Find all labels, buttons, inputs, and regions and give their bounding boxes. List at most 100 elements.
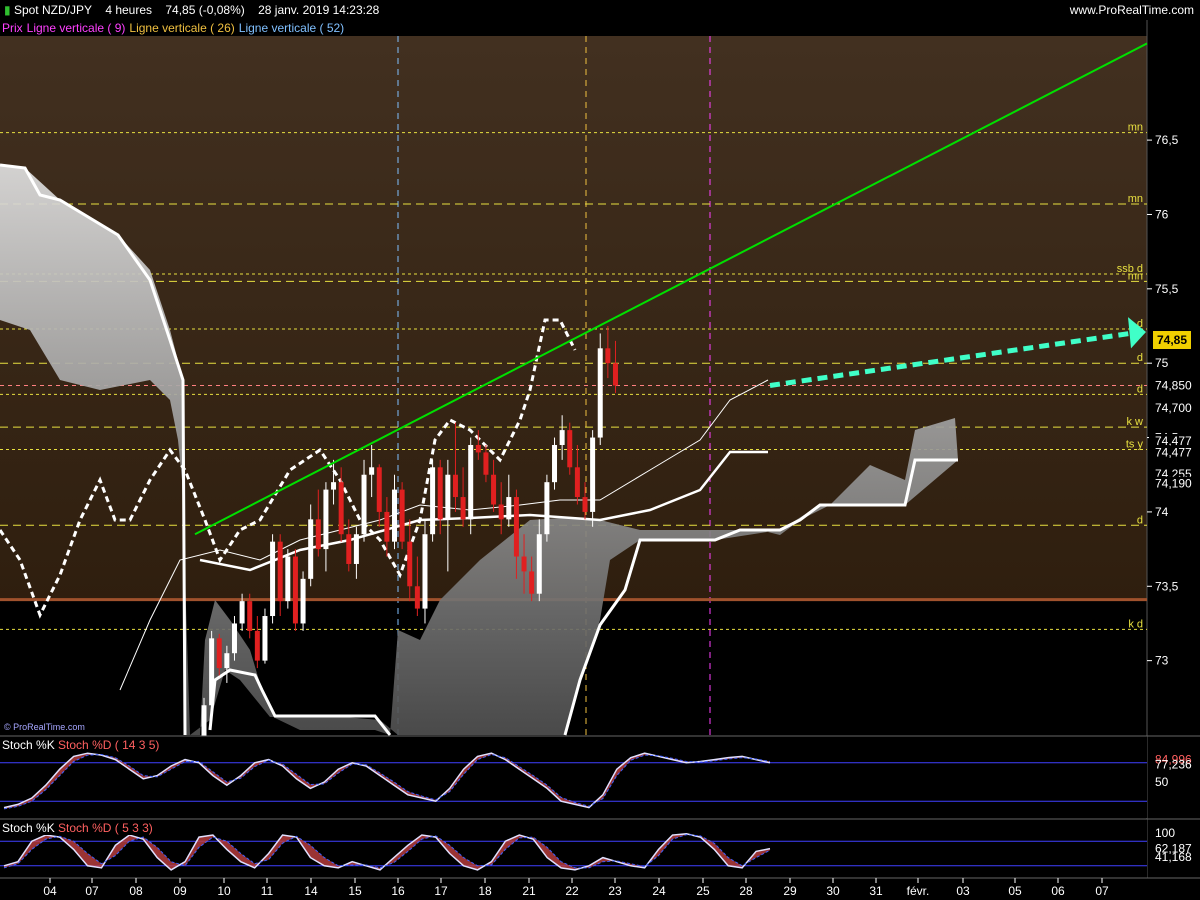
candle-body-25 bbox=[392, 489, 397, 542]
candle-body-31 bbox=[437, 467, 443, 520]
candle-body-20 bbox=[353, 534, 359, 564]
candle-body-11 bbox=[285, 556, 291, 602]
x-tick-label-13: 23 bbox=[608, 884, 622, 898]
candle-body-8 bbox=[262, 616, 268, 661]
level-label-10: k d bbox=[1128, 618, 1143, 630]
stoch1-d-label: Stoch %D ( 14 3 5) bbox=[58, 738, 160, 752]
level-label-5: d bbox=[1137, 352, 1143, 364]
y-tick-label-3: 75 bbox=[1155, 356, 1169, 370]
instrument-name: Spot NZD/JPY bbox=[13, 3, 92, 17]
candle-body-46 bbox=[552, 444, 558, 483]
x-tick-label-18: 30 bbox=[826, 884, 840, 898]
candle-body-51 bbox=[590, 437, 596, 512]
candle-body-28 bbox=[414, 586, 420, 609]
x-tick-label-24: 07 bbox=[1095, 884, 1109, 898]
current-price-badge: 74,85 bbox=[1153, 331, 1191, 349]
x-tick-label-21: 03 bbox=[956, 884, 970, 898]
stoch1-legend: Stoch %K Stoch %D ( 14 3 5) bbox=[2, 738, 164, 752]
date-axis: 04 07 08 09 10 11 14 15 16 17 18 21 22 23 24 25 28 29 30 31… bbox=[0, 877, 1200, 900]
stoch-axis-label-0: 100 bbox=[1155, 826, 1175, 840]
candle-body-21 bbox=[361, 474, 367, 535]
level-label-8: ts y bbox=[1126, 438, 1144, 450]
level-label-1: mn bbox=[1128, 193, 1143, 205]
legend-item-price[interactable]: Prix bbox=[0, 21, 25, 35]
candle-body-26 bbox=[399, 489, 405, 542]
candle-body-4 bbox=[231, 623, 237, 654]
candle-body-9 bbox=[270, 541, 276, 617]
y-tick-label-7: 73 bbox=[1155, 654, 1169, 668]
x-tick-label-15: 25 bbox=[696, 884, 710, 898]
title-left: ▮ Spot NZD/JPY 4 heures 74,85 (-0,08%) 2… bbox=[4, 0, 379, 20]
candle-body-23 bbox=[376, 467, 382, 512]
candle-body-27 bbox=[407, 541, 413, 587]
candle-body-44 bbox=[536, 534, 542, 594]
y-tick-label-5: 74 bbox=[1155, 505, 1169, 519]
instrument-icon: ▮ bbox=[4, 3, 11, 17]
x-tick-label-0: 04 bbox=[43, 884, 57, 898]
candle-body-15 bbox=[315, 519, 321, 550]
site-url[interactable]: www.ProRealTime.com bbox=[1070, 0, 1194, 20]
legend-item-vline-26[interactable]: Ligne verticale ( 26) bbox=[127, 21, 236, 35]
candle-body-50 bbox=[582, 497, 588, 512]
legend-item-vline-9[interactable]: Ligne verticale ( 9) bbox=[25, 21, 128, 35]
candle-body-13 bbox=[300, 578, 306, 624]
candle-body-1 bbox=[209, 638, 215, 706]
stoch2-legend: Stoch %K Stoch %D ( 5 3 3) bbox=[2, 821, 157, 835]
y-tick-label-2: 75,5 bbox=[1155, 282, 1179, 296]
candle-body-41 bbox=[513, 497, 519, 557]
x-tick-label-11: 21 bbox=[522, 884, 536, 898]
x-tick-label-8: 16 bbox=[391, 884, 405, 898]
candle-body-3 bbox=[224, 653, 230, 669]
axis-label-3: 74,477 bbox=[1155, 445, 1192, 459]
candle-body-12 bbox=[292, 556, 298, 624]
level-label-9: d bbox=[1137, 514, 1143, 526]
x-tick-label-20: févr. bbox=[907, 884, 930, 898]
candle-body-43 bbox=[529, 571, 535, 594]
candle-body-39 bbox=[498, 504, 504, 520]
candle-body-2 bbox=[216, 638, 222, 669]
candle-body-36 bbox=[475, 444, 481, 453]
stoch-axis-label-2: 50 bbox=[1155, 775, 1169, 789]
candle-body-14 bbox=[308, 519, 314, 579]
candle-body-54 bbox=[612, 363, 618, 386]
legend: Prix Ligne verticale ( 9) Ligne verticale … bbox=[0, 20, 351, 36]
level-label-7: k w bbox=[1127, 416, 1144, 428]
candle-body-40 bbox=[506, 497, 512, 520]
watermark: © ProRealTime.com bbox=[4, 722, 85, 732]
candle-body-35 bbox=[468, 444, 474, 520]
candle-body-37 bbox=[483, 452, 489, 475]
timeframe: 4 heures bbox=[105, 3, 153, 17]
x-tick-label-5: 11 bbox=[261, 884, 274, 898]
x-tick-label-4: 10 bbox=[217, 884, 231, 898]
candle-body-32 bbox=[445, 474, 451, 520]
y-tick-label-0: 76,5 bbox=[1155, 133, 1179, 147]
candle-body-38 bbox=[491, 474, 497, 505]
candle-body-6 bbox=[247, 601, 253, 631]
x-tick-label-10: 18 bbox=[478, 884, 492, 898]
stoch1-k-label: Stoch %K bbox=[2, 738, 55, 752]
y-tick-label-1: 76 bbox=[1155, 207, 1169, 221]
candle-body-48 bbox=[567, 430, 573, 468]
x-tick-label-9: 17 bbox=[434, 884, 448, 898]
stoch2-k-label: Stoch %K bbox=[2, 821, 55, 835]
x-tick-label-19: 31 bbox=[869, 884, 883, 898]
candle-body-18 bbox=[338, 482, 344, 535]
legend-item-vline-52[interactable]: Ligne verticale ( 52) bbox=[237, 21, 346, 35]
candle-body-52 bbox=[597, 348, 603, 438]
level-label-3: mn bbox=[1128, 270, 1143, 282]
x-tick-label-3: 09 bbox=[173, 884, 187, 898]
x-tick-label-2: 08 bbox=[129, 884, 143, 898]
candle-body-10 bbox=[277, 541, 283, 602]
datetime: 28 janv. 2019 14:23:28 bbox=[258, 3, 380, 17]
candle-body-30 bbox=[430, 467, 436, 535]
stoch-axis-label-1: 77,236 bbox=[1155, 758, 1192, 772]
candle-body-7 bbox=[254, 630, 260, 661]
candle-body-33 bbox=[452, 474, 458, 498]
candle-body-19 bbox=[346, 534, 352, 564]
candle-body-5 bbox=[239, 601, 245, 624]
stoch-bg bbox=[0, 736, 1147, 818]
y-tick-label-6: 73,5 bbox=[1155, 579, 1179, 593]
candle-body-22 bbox=[369, 467, 375, 475]
x-tick-label-17: 29 bbox=[783, 884, 797, 898]
candle-body-45 bbox=[544, 482, 550, 535]
